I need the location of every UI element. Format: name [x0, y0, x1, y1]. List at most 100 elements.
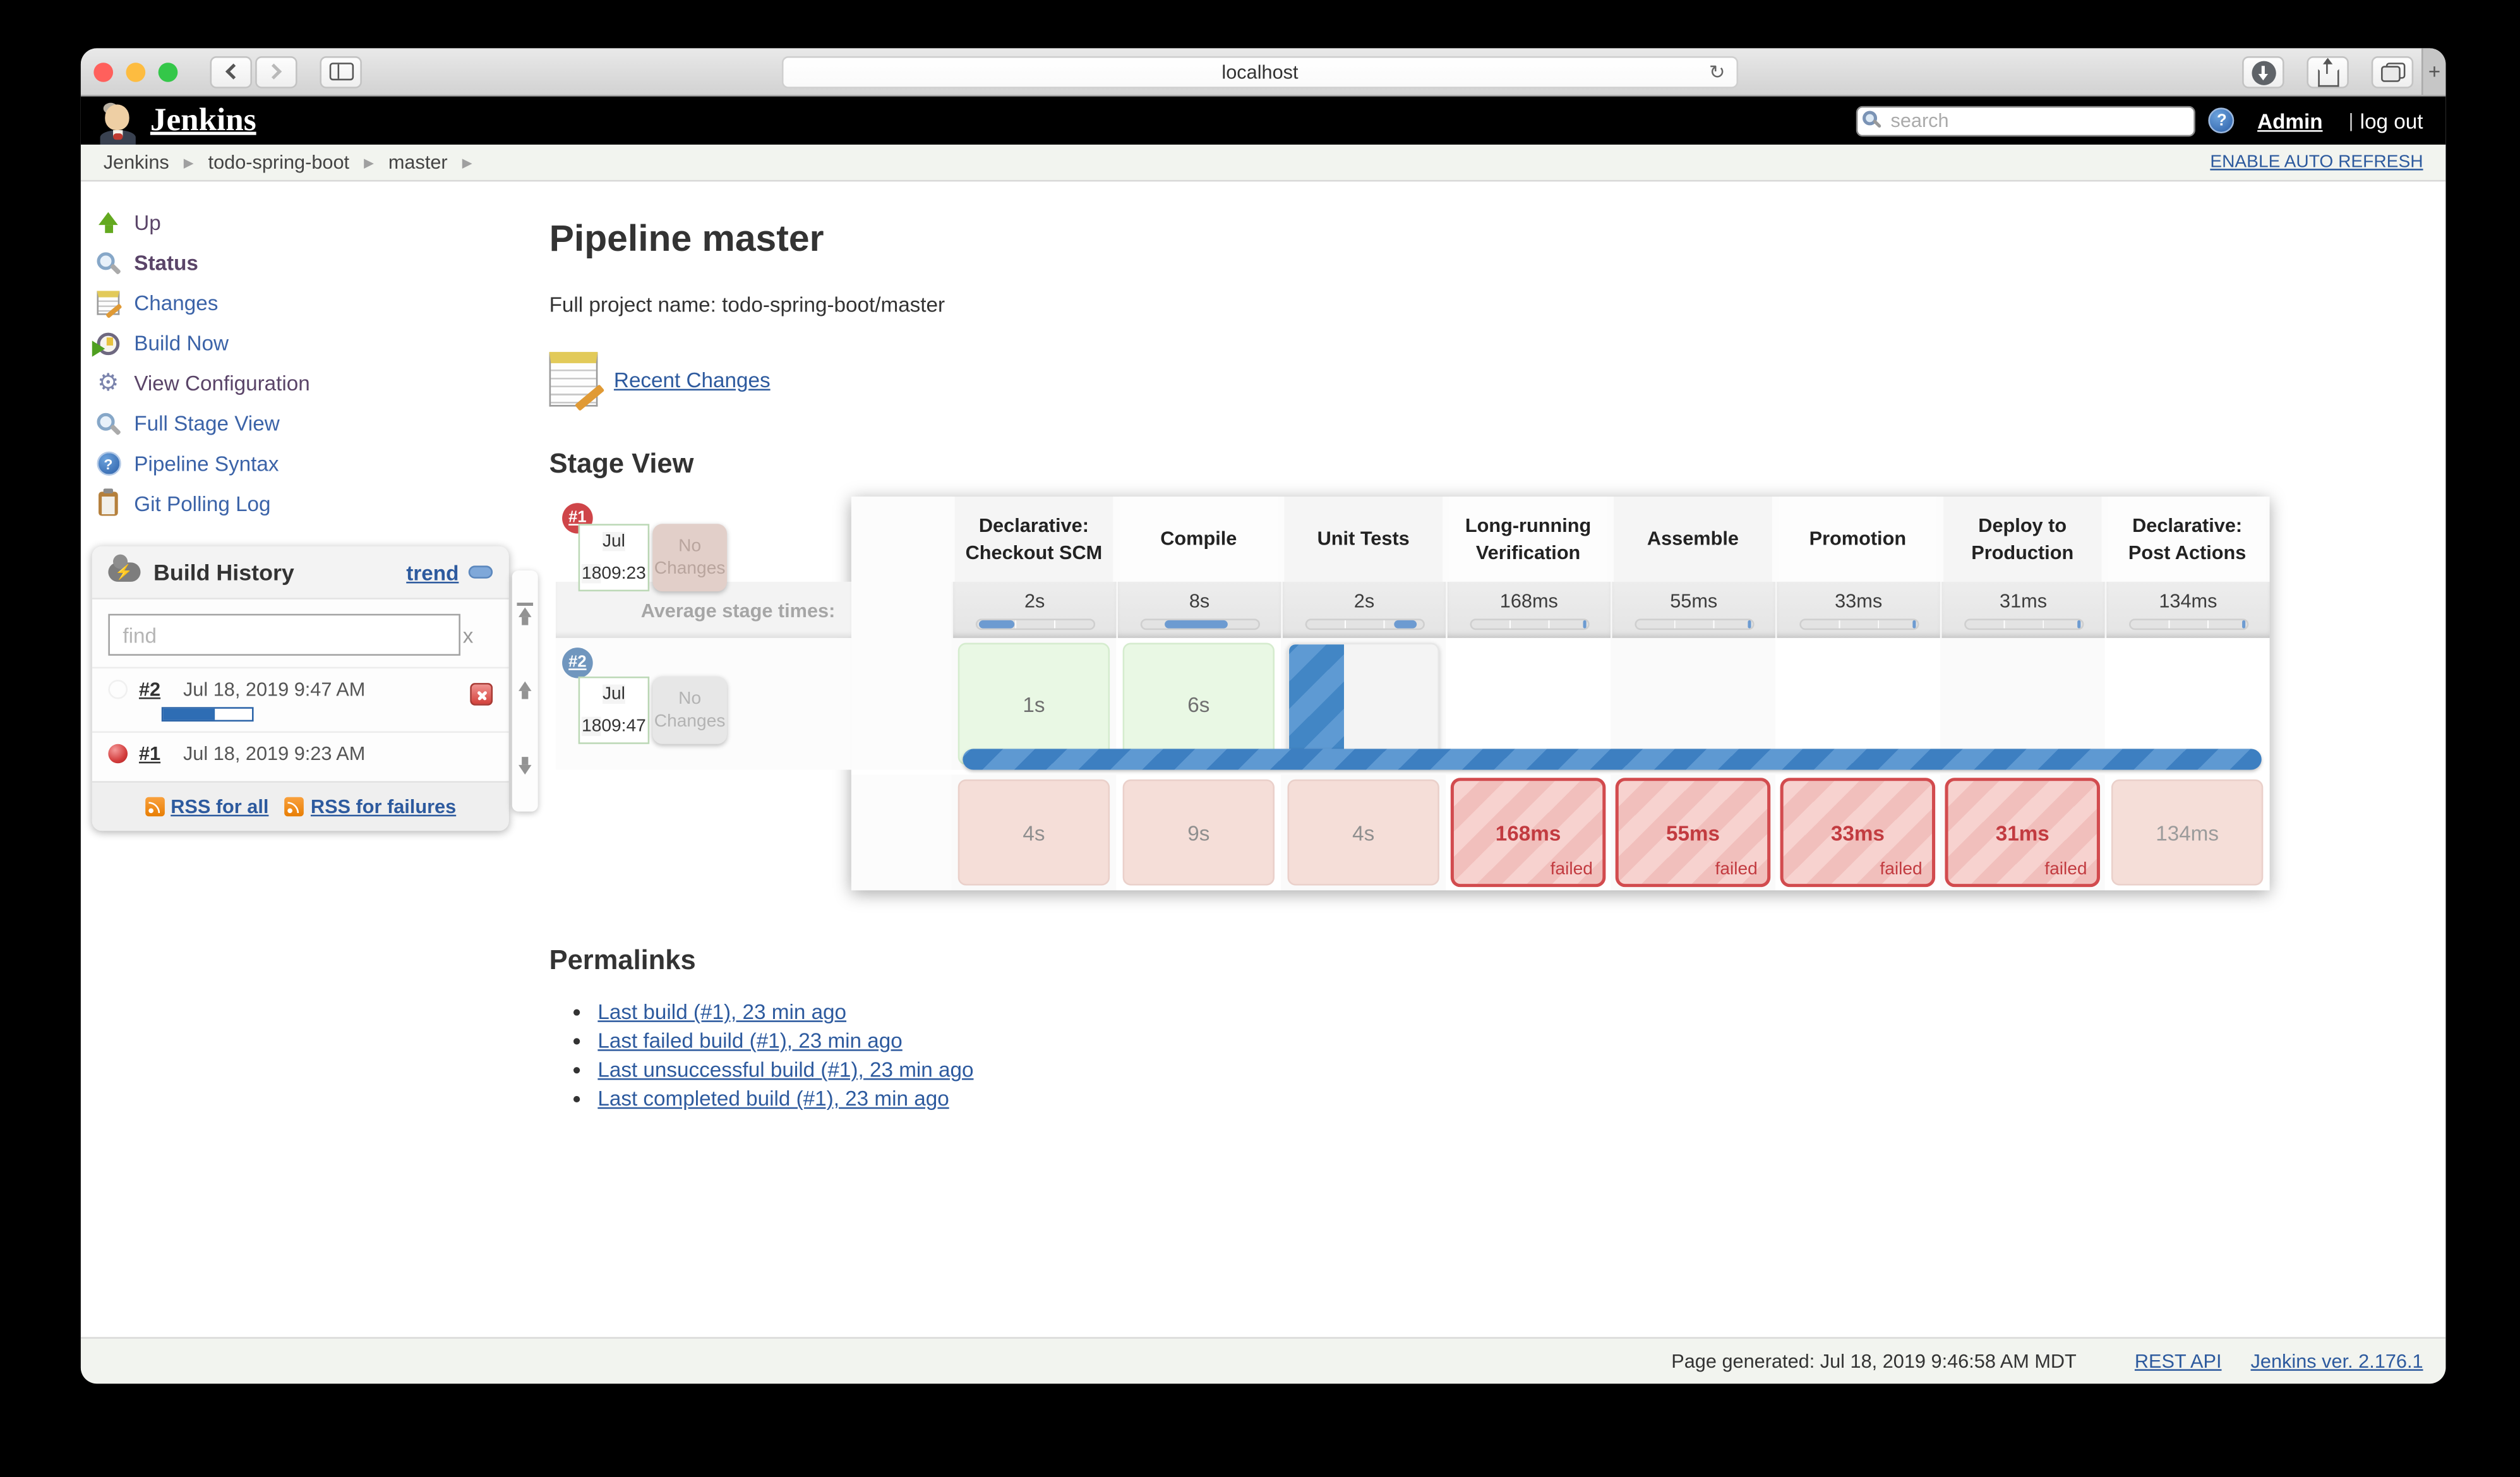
clear-find-icon[interactable]: x	[463, 624, 474, 648]
build-row-caption: #1 Jul 1809:23 No Changes	[556, 769, 851, 890]
forward-button[interactable]	[255, 56, 297, 88]
rss-icon	[145, 797, 164, 817]
sidebar-item-label[interactable]: Git Polling Log	[134, 491, 270, 515]
sidebar-item-label[interactable]: Changes	[134, 291, 218, 315]
screen: localhost ↻ + Jenkins ? Admin	[0, 0, 2520, 1477]
sidebar-item-label[interactable]: Build Now	[134, 331, 229, 355]
failed-label: failed	[1880, 860, 1922, 879]
jenkins-version-link[interactable]: Jenkins ver. 2.176.1	[2251, 1350, 2423, 1373]
question-badge-icon: ?	[96, 452, 120, 476]
build-link[interactable]: #1	[139, 742, 160, 765]
stage-cell[interactable]: 134ms	[2105, 769, 2270, 890]
sidebar-item-label[interactable]: Full Stage View	[134, 411, 279, 435]
address-bar[interactable]: localhost ↻	[782, 56, 1738, 88]
sidebar-toggle-button[interactable]	[320, 56, 362, 88]
build-link[interactable]: #2	[139, 678, 160, 701]
breadcrumb-project[interactable]: todo-spring-boot	[208, 151, 350, 174]
average-stage-time: 31ms	[1940, 582, 2105, 638]
sidebar-item-pipeline-syntax[interactable]: ? Pipeline Syntax	[93, 443, 541, 484]
stage-cell-failed[interactable]: 168msfailed	[1446, 769, 1611, 890]
build-status-ball-failed	[108, 744, 128, 764]
find-input[interactable]	[108, 614, 460, 656]
build-badge[interactable]: #2	[562, 648, 593, 678]
build-status-ball-in-progress	[108, 680, 128, 699]
permalink-last-completed-build[interactable]: Last completed build (#1), 23 min ago	[597, 1087, 949, 1111]
build-date-box[interactable]: Jul 1809:47	[579, 677, 650, 744]
rest-api-link[interactable]: REST API	[2135, 1350, 2222, 1373]
stage-column-header: Declarative: Post Actions	[2105, 497, 2270, 582]
stage-cell-failed[interactable]: 55msfailed	[1611, 769, 1775, 890]
sidebar-item-label[interactable]: Pipeline Syntax	[134, 452, 279, 476]
scroll-down-icon[interactable]	[517, 756, 533, 775]
recent-changes-link[interactable]: Recent Changes	[614, 367, 771, 391]
brand-title[interactable]: Jenkins	[150, 102, 256, 140]
permalink-item: Last failed build (#1), 23 min ago	[597, 1028, 2445, 1052]
permalink-item: Last build (#1), 23 min ago	[597, 999, 2445, 1023]
stage-column-header: Promotion	[1775, 497, 1940, 582]
build-history-header: Build History trend	[92, 546, 509, 600]
search-input[interactable]	[1857, 106, 2196, 136]
new-tab-button[interactable]: +	[2421, 48, 2445, 95]
sidebar-item-view-configuration[interactable]: ⚙ View Configuration	[93, 363, 541, 404]
sidebar-item-build-now[interactable]: Build Now	[93, 323, 541, 363]
build-history-row-1[interactable]: #1 Jul 18, 2019 9:23 AM	[92, 731, 509, 781]
breadcrumb-jenkins[interactable]: Jenkins	[104, 151, 169, 174]
permalink-last-build[interactable]: Last build (#1), 23 min ago	[597, 999, 846, 1023]
in-progress-fill	[1289, 644, 1344, 763]
notepad-icon	[549, 352, 598, 406]
side-panel: Up Status Changes Build Now ⚙ View Confi…	[81, 181, 541, 524]
permalink-last-unsuccessful-build[interactable]: Last unsuccessful build (#1), 23 min ago	[597, 1058, 973, 1082]
magnifier-icon	[97, 413, 114, 431]
stage-cell[interactable]: 9s	[1116, 769, 1281, 890]
sidebar-item-label[interactable]: Status	[134, 251, 198, 275]
stage-cell-failed[interactable]: 31msfailed	[1940, 769, 2105, 890]
rss-for-all-link[interactable]: RSS for all	[171, 795, 268, 818]
stage-time-bar	[1165, 620, 1228, 629]
back-button[interactable]	[210, 56, 253, 88]
zoom-window-button[interactable]	[159, 62, 178, 81]
sidebar-item-up[interactable]: Up	[93, 203, 541, 243]
sidebar-item-full-stage-view[interactable]: Full Stage View	[93, 403, 541, 443]
page-body: Up Status Changes Build Now ⚙ View Confi…	[81, 181, 2445, 1337]
stage-time-bar	[1583, 620, 1586, 629]
stage-cell[interactable]: 4s	[1281, 769, 1446, 890]
help-icon[interactable]: ?	[2209, 107, 2235, 133]
tab-overview-button[interactable]	[2372, 56, 2414, 88]
stage-time-bar	[1748, 620, 1751, 629]
build-history-row-2[interactable]: #2 Jul 18, 2019 9:47 AM	[92, 667, 509, 732]
share-button[interactable]	[2307, 56, 2349, 88]
permalink-last-failed-build[interactable]: Last failed build (#1), 23 min ago	[597, 1028, 902, 1052]
minimize-window-button[interactable]	[126, 62, 146, 81]
main-content: Pipeline master Full project name: todo-…	[549, 181, 2446, 1110]
breadcrumb: Jenkins ▶ todo-spring-boot ▶ master ▶ EN…	[81, 145, 2445, 182]
user-link[interactable]: Admin	[2257, 109, 2322, 133]
breadcrumb-branch[interactable]: master	[388, 151, 448, 174]
sidebar-item-label[interactable]: Up	[134, 210, 161, 234]
stage-column-header: Long-running Verification	[1446, 497, 1611, 582]
sidebar-item-git-polling-log[interactable]: Git Polling Log	[93, 484, 541, 524]
failed-label: failed	[1715, 860, 1758, 879]
build-date-box[interactable]: Jul 1809:23	[579, 524, 650, 591]
stage-cell-failed[interactable]: 33msfailed	[1775, 769, 1940, 890]
enable-auto-refresh-link[interactable]: ENABLE AUTO REFRESH	[2210, 153, 2423, 172]
download-icon	[2251, 60, 2275, 84]
delete-build-icon[interactable]	[470, 683, 493, 706]
scroll-to-top-icon[interactable]	[517, 608, 533, 627]
rss-for-failures-link[interactable]: RSS for failures	[311, 795, 456, 818]
jenkins-footer: Page generated: Jul 18, 2019 9:46:58 AM …	[81, 1337, 2445, 1384]
sidebar-item-status[interactable]: Status	[93, 243, 541, 283]
logout-link[interactable]: log out	[2360, 109, 2423, 133]
sidebar-icon	[328, 63, 352, 80]
trend-link[interactable]: trend	[406, 560, 459, 584]
reload-icon[interactable]: ↻	[1709, 61, 1725, 84]
magnifier-icon	[97, 252, 114, 270]
sidebar-item-label[interactable]: View Configuration	[134, 371, 310, 395]
close-window-button[interactable]	[93, 62, 113, 81]
stage-cell[interactable]: 4s	[951, 769, 1116, 890]
no-changes-box: No Changes	[652, 524, 727, 591]
clipboard-icon	[99, 491, 118, 515]
scroll-up-icon[interactable]	[517, 682, 533, 701]
jenkins-logo[interactable]	[100, 103, 136, 145]
sidebar-item-changes[interactable]: Changes	[93, 283, 541, 323]
downloads-button[interactable]	[2242, 56, 2284, 88]
